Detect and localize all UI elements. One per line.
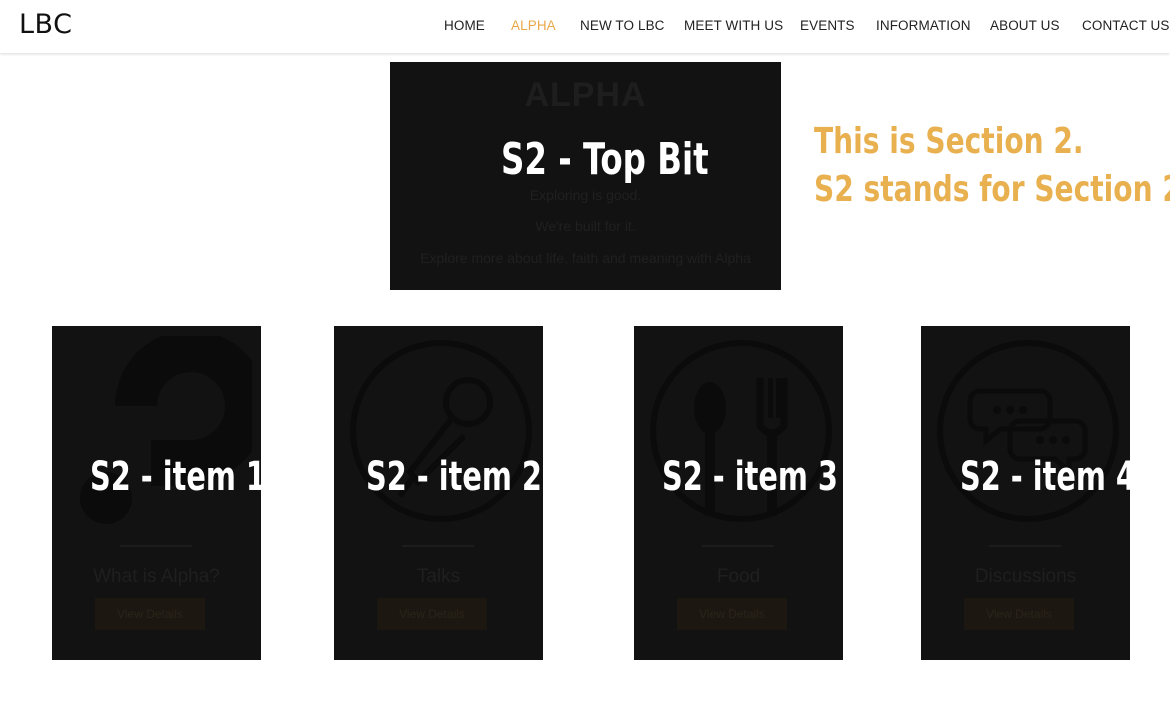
view-details-button[interactable]: View Details [964,598,1074,630]
nav-home[interactable]: HOME [444,18,485,33]
section2-item-1-label: S2 - item 1 [90,454,261,500]
section2-item-3-card: Food View Details S2 - item 3 [634,326,843,660]
item-divider [402,545,474,547]
nav-events[interactable]: EVENTS [800,18,855,33]
section2-item-3-label: S2 - item 3 [662,454,838,500]
site-header: LBC HOME ALPHA NEW TO LBC MEET WITH US E… [0,0,1170,53]
item-title: Talks [416,566,461,587]
main-nav: HOME ALPHA NEW TO LBC MEET WITH US EVENT… [0,0,1170,53]
item-title: Discussions [974,566,1077,587]
section2-item-4-card: Discussions View Details S2 - item 4 [921,326,1130,660]
section2-intro-line-1: Exploring is good. [529,187,642,203]
item-divider [120,545,192,547]
nav-about-us[interactable]: ABOUT US [990,18,1060,33]
section2-top-bit-label: S2 - Top Bit [501,134,709,185]
section2-intro-line-3: Explore more about life, faith and meani… [420,250,751,266]
item-title: What is Alpha? [93,566,220,587]
section2-note-line-1: This is Section 2. [814,121,1084,162]
nav-meet-with-us[interactable]: MEET WITH US [684,18,783,33]
section2-note: This is Section 2. S2 stands for Section… [814,118,1170,214]
item-divider [702,545,774,547]
section2-intro-line-2: We're built for it. [535,218,636,234]
section2-top-bit: ALPHA Exploring is good. We're built for… [390,62,781,290]
section2-note-line-2: S2 stands for Section 2. [814,169,1170,210]
item-divider [989,545,1061,547]
view-details-button[interactable]: View Details [95,598,205,630]
nav-new-to-lbc[interactable]: NEW TO LBC [580,18,665,33]
section2-item-2-card: Talks View Details S2 - item 2 [334,326,543,660]
view-details-button[interactable]: View Details [677,598,787,630]
nav-information[interactable]: INFORMATION [876,18,971,33]
nav-contact-us[interactable]: CONTACT US [1082,18,1170,33]
section2-item-2-label: S2 - item 2 [366,454,542,500]
nav-alpha[interactable]: ALPHA [511,18,556,33]
section2-item-4-label: S2 - item 4 [960,454,1130,500]
item-title: Food [716,566,761,587]
view-details-button[interactable]: View Details [377,598,487,630]
section2-heading: ALPHA [524,76,647,114]
section2-item-1-card: What is Alpha? View Details S2 - item 1 [52,326,261,660]
